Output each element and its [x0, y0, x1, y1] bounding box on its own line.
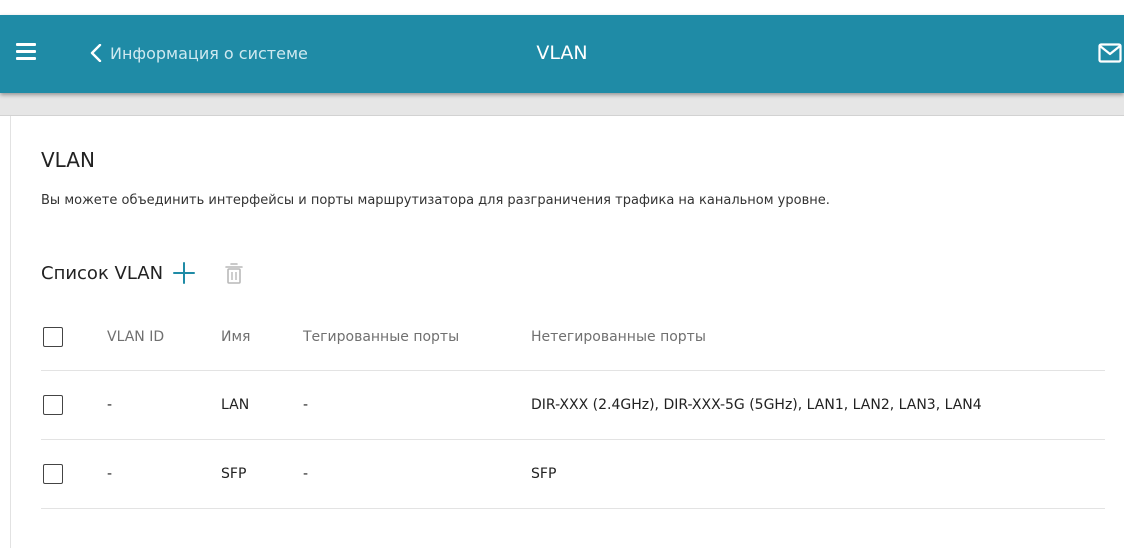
cell-name: LAN [221, 397, 250, 413]
cell-name: SFP [221, 466, 247, 482]
content-panel: VLAN Вы можете объединить интерфейсы и п… [10, 116, 1124, 548]
trash-icon[interactable] [225, 262, 243, 284]
cell-tagged-ports: - [303, 466, 309, 482]
vlan-list-title: Список VLAN [41, 262, 164, 284]
column-header-untagged-ports: Нетегированные порты [531, 329, 706, 345]
back-link-label: Информация о системе [110, 43, 308, 63]
row-checkbox[interactable] [43, 395, 63, 415]
row-checkbox[interactable] [43, 464, 63, 484]
section-title: VLAN [41, 148, 95, 172]
mail-icon[interactable] [1098, 43, 1122, 63]
column-header-name: Имя [221, 329, 251, 345]
menu-icon[interactable] [16, 41, 38, 63]
top-app-bar: Информация о системе VLAN [0, 15, 1124, 93]
vlan-table: VLAN ID Имя Тегированные порты Нетегиров… [41, 304, 1105, 509]
select-all-checkbox[interactable] [43, 327, 63, 347]
cell-untagged-ports: DIR-XXX (2.4GHz), DIR-XXX-5G (5GHz), LAN… [531, 397, 982, 413]
cell-tagged-ports: - [303, 397, 309, 413]
table-row[interactable]: - LAN - DIR-XXX (2.4GHz), DIR-XXX-5G (5G… [41, 371, 1105, 440]
cell-vlan-id: - [107, 466, 113, 482]
plus-icon[interactable] [173, 262, 196, 284]
table-row[interactable]: - SFP - SFP [41, 440, 1105, 509]
column-header-tagged-ports: Тегированные порты [303, 329, 460, 345]
subheader-strip [0, 93, 1124, 116]
column-header-vlan-id: VLAN ID [107, 329, 165, 345]
table-header-row: VLAN ID Имя Тегированные порты Нетегиров… [41, 304, 1105, 371]
chevron-left-icon [90, 44, 102, 62]
back-link[interactable]: Информация о системе [90, 40, 308, 66]
vlan-list-header: Список VLAN [41, 262, 243, 284]
section-description: Вы можете объединить интерфейсы и порты … [41, 193, 830, 208]
cell-vlan-id: - [107, 397, 113, 413]
cell-untagged-ports: SFP [531, 466, 557, 482]
